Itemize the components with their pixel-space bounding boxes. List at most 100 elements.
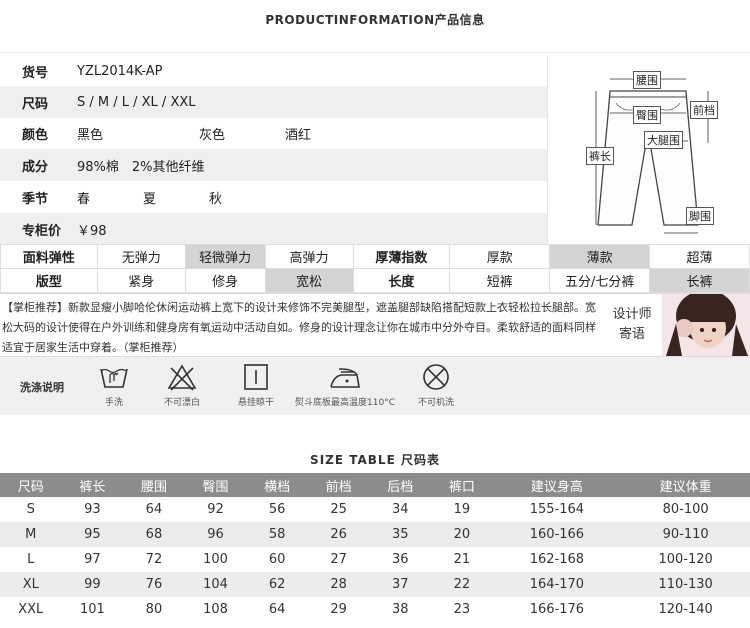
hand-wash-icon xyxy=(100,368,128,388)
table-row: S 93 64 92 56 25 34 19 155-164 80-100 xyxy=(0,497,750,522)
attribute-option: 无弹力 xyxy=(96,244,186,269)
wash-item: 熨斗底板最高温度110°C xyxy=(290,363,400,408)
sku-value: YZL2014K-AP xyxy=(77,63,163,79)
attribute-option: 厚款 xyxy=(449,244,551,269)
cell: 99 xyxy=(61,572,124,597)
price-value: ￥98 xyxy=(77,223,107,239)
model-photo xyxy=(662,294,750,356)
color-option: 灰色 xyxy=(199,127,226,143)
attribute-option: 超薄 xyxy=(649,244,750,269)
cell: 166-176 xyxy=(529,602,585,617)
cell: 90-110 xyxy=(621,522,750,547)
cell: 76 xyxy=(123,572,185,597)
cell: 160-166 xyxy=(492,522,622,547)
header-hip: 臀围 xyxy=(184,473,247,497)
cell: 96 xyxy=(184,522,247,547)
wash-label: 洗涤说明 xyxy=(20,381,64,394)
header-thigh: 横档 xyxy=(246,473,308,497)
wash-caption: 熨斗底板最高温度110°C xyxy=(295,398,395,408)
cell: S xyxy=(26,502,35,517)
info-label: 成分 xyxy=(22,159,49,175)
cell: 27 xyxy=(330,552,347,567)
wash-item: 不可漂白 xyxy=(160,363,204,408)
cell: 26 xyxy=(307,522,370,547)
cell: 100-120 xyxy=(658,552,713,567)
length-type-label: 长度 xyxy=(352,268,451,293)
cell: 64 xyxy=(268,602,286,617)
cell: 120-140 xyxy=(658,602,713,617)
cell: 100 xyxy=(203,552,228,567)
cell: 97 xyxy=(84,552,101,567)
shopkeeper-recommendation: 【掌柜推荐】新款显瘦小脚哈伦休闲运动裤上宽下的设计来修饰不完美腿型，遮盖腿部缺陷… xyxy=(0,293,750,357)
hem-label: 脚围 xyxy=(686,207,714,225)
cell: XXL xyxy=(18,602,44,617)
header-back-rise: 后档 xyxy=(369,473,432,497)
info-label: 颜色 xyxy=(22,127,49,143)
size-table-header: 尺码 裤长 腰围 臀围 横档 前档 后档 裤口 建议身高 建议体重 xyxy=(0,473,750,497)
material-value: 98%棉 2%其他纤维 xyxy=(77,159,205,175)
color-option: 黑色 xyxy=(77,127,104,143)
attribute-option: 修身 xyxy=(184,268,266,293)
table-row: XL 99 76 104 62 28 37 22 164-170 110-130 xyxy=(0,572,750,597)
cell: 72 xyxy=(145,552,163,567)
cell: 36 xyxy=(391,552,409,567)
cell: 64 xyxy=(145,502,163,517)
designer-label: 设计师 xyxy=(612,307,652,322)
info-label: 尺码 xyxy=(22,96,49,112)
cell: 37 xyxy=(369,572,432,597)
color-option: 酒红 xyxy=(285,127,312,143)
table-row: XXL 101 80 108 64 29 38 23 166-176 120-1… xyxy=(0,597,750,622)
season-option: 秋 xyxy=(209,191,223,207)
cell: XL xyxy=(0,572,62,597)
cell: 108 xyxy=(203,602,228,617)
wash-caption: 手洗 xyxy=(104,398,123,408)
no-bleach-icon xyxy=(167,364,197,391)
cell: 19 xyxy=(453,502,471,517)
no-machine-wash-icon xyxy=(423,364,449,390)
info-row-season: 季节 春 夏 秋 xyxy=(0,181,547,213)
attribute-table: 面料弹性 无弹力 轻微弹力 高弹力 厚薄指数 厚款 薄款 超薄 版型 紧身 修身… xyxy=(0,244,750,293)
cell: 35 xyxy=(369,522,432,547)
page-title: PRODUCTINFORMATION产品信息 xyxy=(265,13,485,27)
info-row-sku: 货号 YZL2014K-AP xyxy=(0,55,547,87)
header-hem: 裤口 xyxy=(431,473,493,497)
cell: 62 xyxy=(246,572,308,597)
sizes-value: S / M / L / XL / XXL xyxy=(77,94,196,110)
waist-label: 腰围 xyxy=(633,71,661,89)
attribute-option-selected: 薄款 xyxy=(549,244,651,269)
wash-caption: 不可漂白 xyxy=(163,398,200,408)
cell: 25 xyxy=(330,502,347,517)
header-front-rise: 前档 xyxy=(307,473,370,497)
cell: L xyxy=(27,552,35,567)
cell: 20 xyxy=(431,522,493,547)
cell: 28 xyxy=(307,572,370,597)
cell: 155-164 xyxy=(529,502,585,517)
hang-dry-icon xyxy=(244,364,268,390)
cell: 21 xyxy=(453,552,471,567)
cell: 93 xyxy=(84,502,101,517)
season-option: 夏 xyxy=(143,191,157,207)
wash-item: 不可机洗 xyxy=(414,363,458,408)
wash-caption: 不可机洗 xyxy=(417,398,454,408)
size-table-title: SIZE TABLE 尺码表 xyxy=(310,453,440,467)
cell: 58 xyxy=(246,522,308,547)
cell: 60 xyxy=(268,552,286,567)
table-row: L 97 72 100 60 27 36 21 162-168 100-120 xyxy=(0,547,750,572)
recommendation-text: 【掌柜推荐】新款显瘦小脚哈伦休闲运动裤上宽下的设计来修饰不完美腿型，遮盖腿部缺陷… xyxy=(2,301,596,354)
info-label: 专柜价 xyxy=(22,223,62,239)
cell: 92 xyxy=(207,502,224,517)
attribute-option: 短裤 xyxy=(449,268,551,293)
cell: 162-168 xyxy=(529,552,585,567)
table-row: M 95 68 96 58 26 35 20 160-166 90-110 xyxy=(0,522,750,547)
cell: 110-130 xyxy=(621,572,750,597)
cell: 38 xyxy=(391,602,409,617)
cell: 101 xyxy=(79,602,105,617)
header-size: 尺码 xyxy=(0,473,62,497)
elasticity-label: 面料弹性 xyxy=(0,244,98,269)
info-label: 季节 xyxy=(22,191,49,207)
cell: 164-170 xyxy=(492,572,622,597)
hip-label: 臀围 xyxy=(633,106,661,124)
designer-note: 设计师 寄语 xyxy=(606,294,658,356)
pants-measurement-diagram: 腰围 臀围 前档 大腿围 裤长 脚围 xyxy=(547,55,750,243)
attribute-option: 五分/七分裤 xyxy=(549,268,651,293)
